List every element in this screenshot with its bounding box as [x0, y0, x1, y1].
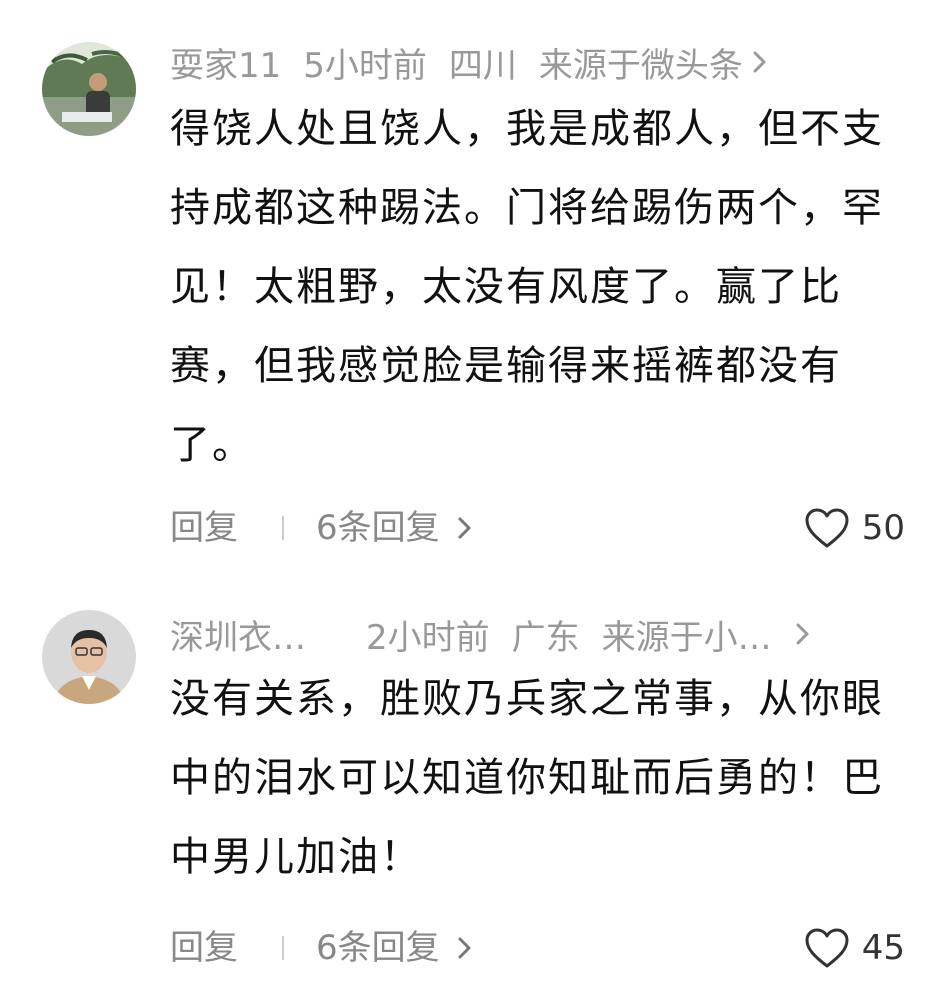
- chevron-right-icon: [458, 517, 471, 539]
- like-count: 50: [861, 508, 905, 548]
- view-replies-link[interactable]: 6条回复: [316, 918, 474, 978]
- comment-actions: 回复 6条回复 45: [170, 918, 905, 978]
- chevron-right-icon: [458, 937, 471, 959]
- reply-button[interactable]: 回复: [170, 918, 238, 978]
- comment-item: 深圳衣… 2小时前 广东 来源于小… 没有关系，胜败乃兵家之常事，从你眼中的泪水可以知…: [0, 590, 945, 1003]
- comment-text: 没有关系，胜败乃兵家之常事，从你眼中的泪水可以知道你知耻而后勇的！巴中男儿加油！: [170, 676, 884, 880]
- like-count: 45: [861, 928, 905, 968]
- replies-count-label: 6条回复: [316, 928, 440, 968]
- comment-meta: 深圳衣… 2小时前 广东 来源于小…: [170, 612, 905, 664]
- chevron-right-icon[interactable]: [794, 612, 812, 664]
- avatar[interactable]: [42, 42, 136, 136]
- comment-item: 耍家11 5小时前 四川 来源于微头条 得饶人处且饶人，我是成都人，但不支持成都这种踢…: [0, 0, 945, 590]
- divider: [282, 516, 284, 540]
- heart-outline-icon: [805, 928, 849, 968]
- location: 四川: [448, 46, 517, 86]
- location: 广东: [511, 618, 580, 658]
- like-button[interactable]: 50: [804, 498, 905, 558]
- avatar[interactable]: [42, 610, 136, 704]
- timestamp: 2小时前: [366, 618, 490, 658]
- reply-button[interactable]: 回复: [170, 498, 238, 558]
- chevron-right-icon[interactable]: [751, 40, 769, 92]
- comment-text: 得饶人处且饶人，我是成都人，但不支持成都这种踢法。门将给踢伤两个，罕见！太粗野，…: [170, 106, 884, 468]
- replies-count-label: 6条回复: [316, 508, 440, 548]
- username[interactable]: 深圳衣…: [170, 612, 306, 664]
- view-replies-link[interactable]: 6条回复: [316, 498, 474, 558]
- divider: [282, 936, 284, 960]
- comment-actions: 回复 6条回复 50: [170, 498, 905, 558]
- source-link[interactable]: 来源于小…: [602, 612, 772, 664]
- comment-meta: 耍家11 5小时前 四川 来源于微头条: [170, 40, 905, 92]
- like-button[interactable]: 45: [804, 918, 905, 978]
- timestamp: 5小时前: [303, 46, 427, 86]
- heart-outline-icon: [805, 508, 849, 548]
- username[interactable]: 耍家11: [170, 40, 281, 92]
- source-link[interactable]: 来源于微头条: [539, 40, 743, 92]
